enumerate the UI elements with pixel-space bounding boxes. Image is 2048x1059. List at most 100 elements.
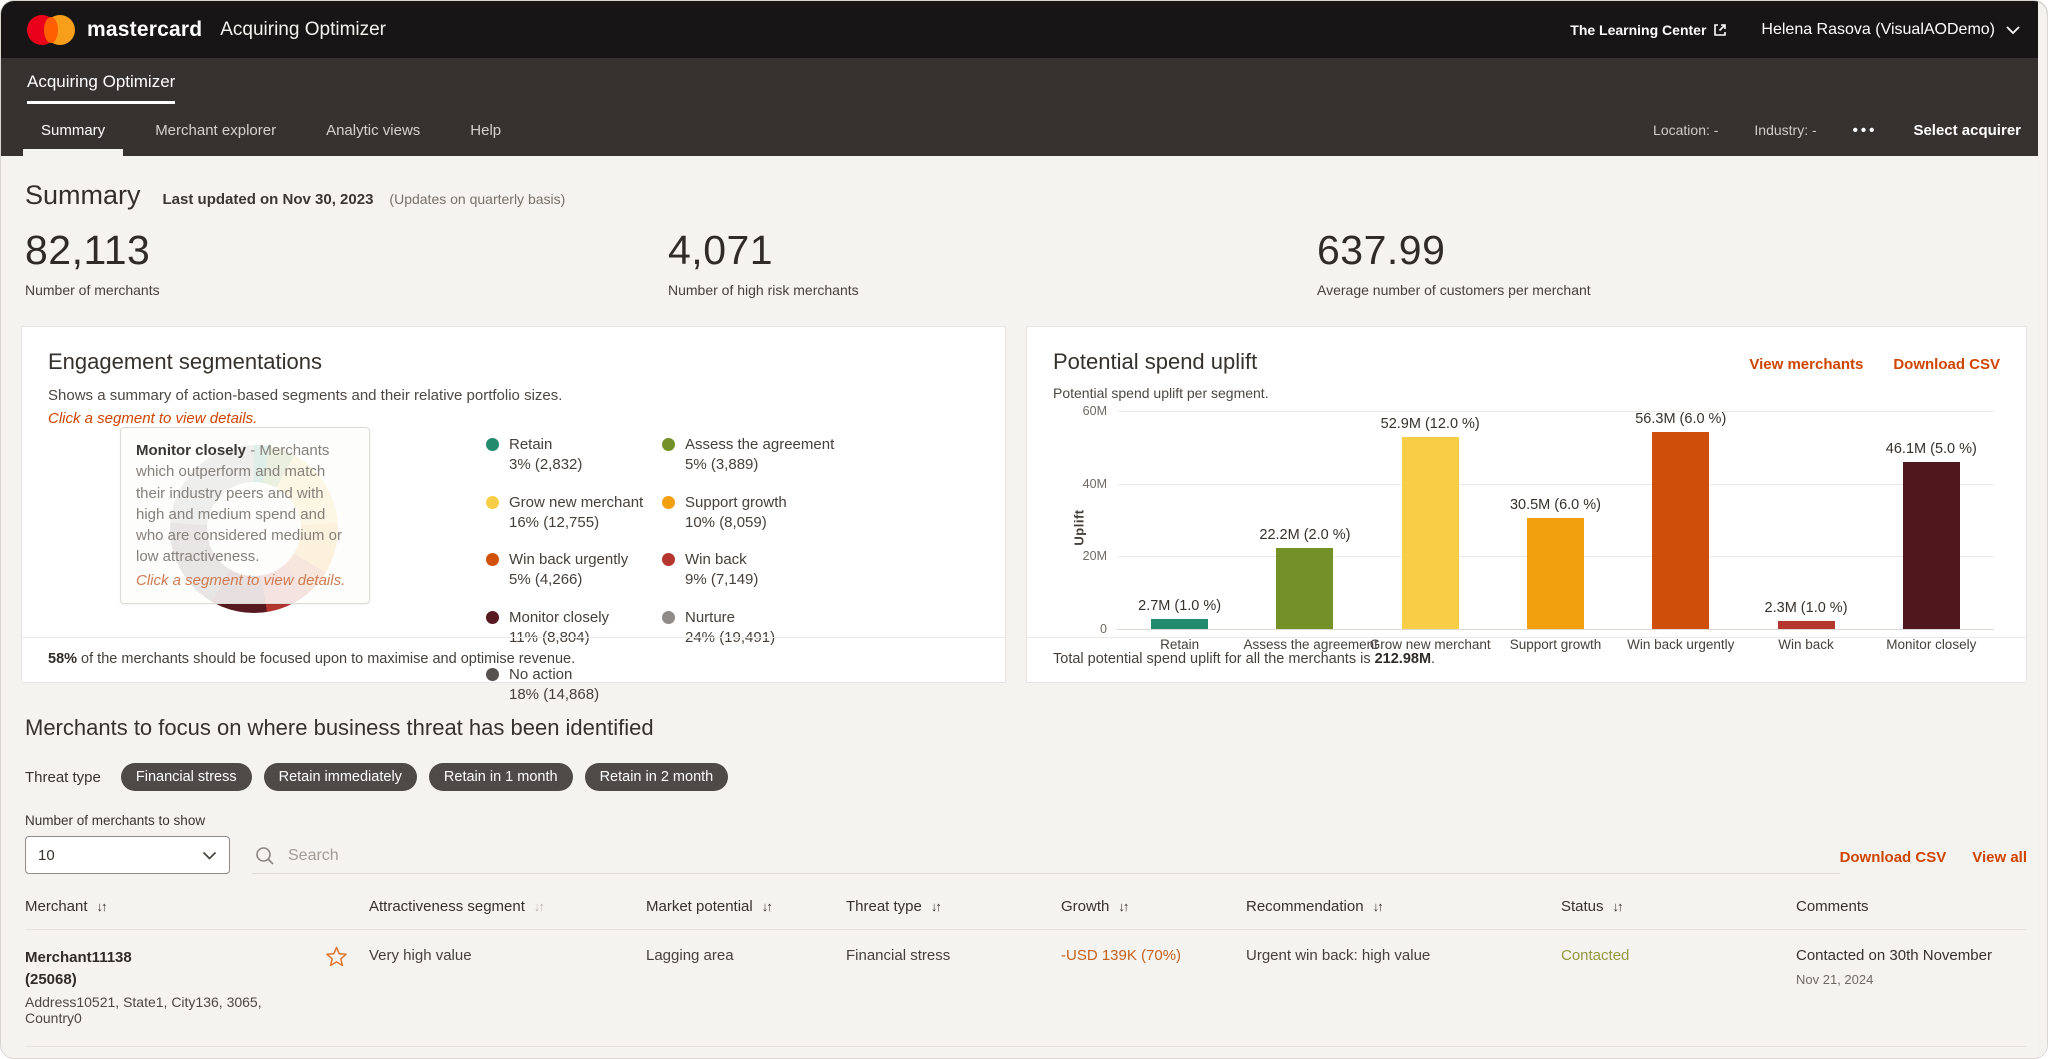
bar-win-back-urgently[interactable]: 56.3M (6.0 %) (1619, 411, 1742, 629)
legend-item-win-back-urgently[interactable]: Win back urgently5% (4,266) (486, 550, 662, 591)
chip-retain-immediately[interactable]: Retain immediately (264, 763, 417, 791)
threat-type-cell: Financial stress (846, 1047, 1061, 1059)
learning-center-link[interactable]: The Learning Center (1570, 22, 1727, 38)
kpi-merchants: 82,113 Number of merchants (25, 227, 668, 298)
legend-item-win-back[interactable]: Win back9% (7,149) (662, 550, 834, 591)
table-row[interactable]: Merchant11138 (25068) Address10521, Stat… (25, 929, 2027, 1046)
view-all-link[interactable]: View all (1972, 849, 2027, 866)
segment-tooltip: Monitor closely - Merchants which outper… (120, 427, 370, 604)
download-csv-link[interactable]: Download CSV (1893, 356, 2000, 373)
merchant-id: (25068) (25, 969, 309, 991)
legend-item-support-growth[interactable]: Support growth10% (8,059) (662, 493, 834, 534)
kpi-row: 82,113 Number of merchants 4,071 Number … (21, 227, 2027, 298)
mastercard-logo-icon (27, 15, 75, 45)
bar-support-growth[interactable]: 30.5M (6.0 %) (1494, 411, 1617, 629)
status-cell: Contacted (1561, 1047, 1796, 1059)
view-merchants-link[interactable]: View merchants (1749, 356, 1863, 373)
uplift-total-note: Total potential spend uplift for all the… (1027, 637, 2026, 682)
kpi-value: 82,113 (25, 227, 668, 274)
card-title: Engagement segmentations (48, 349, 979, 375)
merchants-to-show-label: Number of merchants to show (25, 813, 2027, 828)
legend-item-assess-the-agreement[interactable]: Assess the agreement5% (3,889) (662, 435, 834, 476)
sort-icon[interactable]: ↓↑ (534, 899, 543, 914)
col-growth[interactable]: Growth↓↑ (1061, 888, 1246, 929)
threat-section-title: Merchants to focus on where business thr… (21, 715, 2027, 741)
scrollbar[interactable] (2038, 1, 2047, 1058)
page-title: Summary (25, 180, 141, 211)
card-title: Potential spend uplift (1053, 349, 1257, 375)
chip-retain-in-1-month[interactable]: Retain in 1 month (429, 763, 573, 791)
sub-nav-tabs: Summary Merchant explorer Analytic views… (27, 104, 537, 156)
chip-retain-in-2-month[interactable]: Retain in 2 month (585, 763, 729, 791)
merchant-address: Address10521, State1, City136, 3065, Cou… (25, 994, 309, 1026)
tab-summary[interactable]: Summary (27, 104, 119, 156)
threat-type-label: Threat type (25, 769, 101, 786)
merchant-name[interactable]: Merchant11138 (25, 947, 309, 969)
user-name: Helena Rasova (VisualAODemo) (1761, 21, 1995, 39)
legend-dot (662, 611, 675, 624)
click-segment-hint[interactable]: Click a segment to view details. (48, 410, 979, 427)
engagement-segmentations-card: Engagement segmentations Shows a summary… (21, 326, 1006, 683)
sort-icon[interactable]: ↓↑ (931, 899, 940, 914)
kpi-value: 4,071 (668, 227, 1317, 274)
legend-dot (486, 438, 499, 451)
sort-icon[interactable]: ↓↑ (1373, 899, 1382, 914)
location-filter: Location: - (1653, 122, 1718, 138)
chevron-down-icon (202, 851, 217, 860)
growth-cell: -USD 139K (70%) (1061, 930, 1246, 1046)
overflow-menu-icon[interactable]: ••• (1853, 122, 1878, 139)
search-input[interactable] (286, 846, 886, 866)
sort-icon[interactable]: ↓↑ (1613, 899, 1622, 914)
bar-win-back[interactable]: 2.3M (1.0 %) (1745, 411, 1868, 629)
recommendation-cell: High value retention (1246, 1047, 1561, 1059)
tab-merchant-explorer[interactable]: Merchant explorer (141, 104, 290, 156)
growth-cell: -USD 23K (30%) (1061, 1047, 1246, 1059)
tooltip-segment-name: Monitor closely (136, 442, 246, 459)
kpi-high-risk-merchants: 4,071 Number of high risk merchants (668, 227, 1317, 298)
bar-assess-the-agreement[interactable]: 22.2M (2.0 %) (1244, 411, 1367, 629)
page-size-select[interactable]: 10 (25, 836, 230, 874)
table-download-csv-link[interactable]: Download CSV (1840, 849, 1947, 866)
sort-icon[interactable]: ↓↑ (762, 899, 771, 914)
kpi-avg-customers: 637.99 Average number of customers per m… (1317, 227, 1591, 298)
col-market-potential[interactable]: Market potential↓↑ (646, 888, 846, 929)
card-subtitle: Shows a summary of action-based segments… (48, 387, 979, 404)
col-recommendation[interactable]: Recommendation↓↑ (1246, 888, 1561, 929)
legend-dot (662, 553, 675, 566)
bar-monitor-closely[interactable]: 46.1M (5.0 %) (1870, 411, 1993, 629)
sort-icon[interactable]: ↓↑ (97, 899, 106, 914)
bar-grow-new-merchant[interactable]: 52.9M (12.0 %) (1369, 411, 1492, 629)
col-threat-type[interactable]: Threat type↓↑ (846, 888, 1061, 929)
potential-spend-uplift-card: Potential spend uplift View merchants Do… (1026, 326, 2027, 683)
col-merchant[interactable]: Merchant↓↑ (25, 888, 325, 929)
update-frequency-note: (Updates on quarterly basis) (389, 191, 565, 207)
user-menu[interactable]: Helena Rasova (VisualAODemo) (1761, 21, 2021, 39)
col-attractiveness-segment[interactable]: Attractiveness segment↓↑ (369, 888, 646, 929)
chip-financial-stress[interactable]: Financial stress (121, 763, 252, 791)
nav-bar: Acquiring Optimizer Summary Merchant exp… (1, 58, 2047, 156)
legend-item-retain[interactable]: Retain3% (2,832) (486, 435, 662, 476)
recommendation-cell: Urgent win back: high value (1246, 930, 1561, 1046)
bar-retain[interactable]: 2.7M (1.0 %) (1118, 411, 1241, 629)
external-link-icon (1713, 23, 1727, 37)
table-row[interactable]: Merchant23612 (108406) State11, City3917… (25, 1046, 2027, 1059)
col-status[interactable]: Status↓↑ (1561, 888, 1796, 929)
tooltip-body: Merchants which outperform and match the… (136, 442, 342, 565)
y-tick: 40M (1083, 477, 1107, 491)
favorite-star-icon[interactable] (325, 1047, 369, 1059)
y-tick: 0 (1100, 622, 1107, 636)
legend-dot (662, 438, 675, 451)
tab-help[interactable]: Help (456, 104, 515, 156)
comments-cell: I contacted steve last week. Nov 22, 202… (1796, 1047, 2027, 1059)
product-tab-acquiring-optimizer[interactable]: Acquiring Optimizer (27, 72, 175, 104)
favorite-star-icon[interactable] (325, 930, 369, 1046)
legend-item-grow-new-merchant[interactable]: Grow new merchant16% (12,755) (486, 493, 662, 534)
page-size-value: 10 (38, 847, 55, 864)
sort-icon[interactable]: ↓↑ (1118, 899, 1127, 914)
legend-dot (662, 496, 675, 509)
search-box (252, 839, 1840, 874)
select-acquirer-button[interactable]: Select acquirer (1913, 122, 2021, 139)
legend-dot (486, 553, 499, 566)
kpi-value: 637.99 (1317, 227, 1591, 274)
tab-analytic-views[interactable]: Analytic views (312, 104, 434, 156)
